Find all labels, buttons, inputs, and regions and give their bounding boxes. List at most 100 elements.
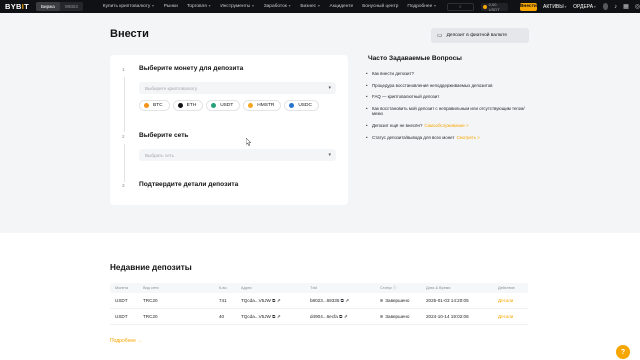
coin-chip-eth[interactable]: ETH — [172, 100, 204, 111]
copy-icon[interactable]: ⧉ — [272, 314, 275, 319]
cell-status: Завершено — [380, 298, 409, 303]
chevron-down-icon: ▼ — [207, 4, 212, 8]
nav-trade[interactable]: Торговля▼ — [187, 4, 212, 9]
copy-icon[interactable]: ⧉ — [341, 298, 344, 303]
nav-markets[interactable]: Рынки — [164, 4, 178, 9]
self-service-link[interactable]: Самообслуживание > — [424, 123, 468, 128]
nav-bonus-center[interactable]: Бонусный центр — [362, 4, 398, 9]
status-dot — [380, 315, 383, 319]
faq-item[interactable]: • FAQ — криптовалютный депозит — [366, 94, 531, 100]
grid-icon[interactable]: ▦ — [623, 3, 629, 10]
cell-datetime: 2025-01-03 14:20:05 — [426, 298, 469, 303]
cell-coin: USDT — [115, 298, 128, 303]
assets-menu[interactable]: АКТИВЫ▼ — [543, 4, 567, 10]
cell-qty: 741 — [219, 298, 227, 303]
mode-exchange[interactable]: Биржа — [36, 2, 60, 11]
cell-txid: b8023...69335 ⧉ ⇗ — [310, 297, 350, 303]
step-connector — [124, 77, 125, 132]
table-row: USDT TRC20 40 TQcda...V5JW ⧉ ⇗ d4904...6… — [110, 309, 528, 325]
cell-network: TRC20 — [143, 314, 158, 319]
chevron-down-icon: ▼ — [563, 4, 568, 9]
fiat-deposit-button[interactable]: ▭ Депозит в фиатной валюте — [431, 28, 529, 43]
step-number: 1 — [122, 67, 125, 72]
chevron-down-icon: ▼ — [151, 4, 155, 8]
chevron-down-icon: ▼ — [287, 4, 292, 8]
table-header: Монета Вид сети К-во Адрес Тxid Статус ⓘ… — [110, 283, 528, 293]
faq-item[interactable]: • Депозит ещё не внесён? Самообслуживание … — [366, 123, 531, 129]
col-txid: Тxid — [310, 286, 318, 290]
cell-status: Завершено — [380, 314, 409, 319]
nav-tools[interactable]: Инструменты▼ — [220, 4, 254, 9]
quick-coin-list: BTC ETH USDT HMSTR USDC — [139, 100, 319, 111]
external-link-icon[interactable]: ⇗ — [345, 298, 349, 303]
chevron-down-icon: ▼ — [251, 4, 255, 8]
faq-item[interactable]: • Как внести депозит? — [366, 71, 531, 77]
status-dot — [380, 299, 383, 303]
chevron-down-icon: ▾ — [328, 152, 331, 158]
nav-business[interactable]: Бизнес▼ — [300, 4, 320, 9]
step-title-confirm: Подтвердите детали депозита — [139, 181, 239, 188]
external-link-icon[interactable]: ⇗ — [344, 314, 348, 319]
search-icon: ⌕ — [458, 3, 462, 10]
nav-earn[interactable]: Заработок▼ — [264, 4, 292, 9]
cell-qty: 40 — [219, 314, 225, 319]
coin-chip-hmstr[interactable]: HMSTR — [243, 100, 282, 111]
arrow-right-icon: → — [137, 338, 143, 344]
coin-chip-usdt[interactable]: USDT — [206, 100, 241, 111]
col-status: Статус ⓘ — [380, 285, 397, 290]
chevron-down-icon: ▼ — [593, 4, 597, 9]
mode-switch: Биржа WEB3 — [36, 2, 83, 11]
recent-deposits-title: Недавние депозиты — [110, 263, 192, 272]
network-select[interactable]: Выбрать сеть ▾ — [139, 149, 336, 161]
coin-select[interactable]: Выберите криптовалюту ▾ — [139, 82, 336, 94]
step-number: 2 — [122, 134, 125, 139]
nav-promo[interactable]: Акциденте — [330, 4, 354, 9]
copy-icon[interactable]: ⧉ — [339, 314, 342, 319]
more-deposits-link[interactable]: Подробнее → — [110, 338, 142, 344]
col-coin: Монета — [115, 286, 129, 290]
btc-icon — [144, 103, 149, 108]
eth-icon — [177, 103, 183, 108]
chevron-down-icon: ▾ — [328, 85, 331, 91]
col-network: Вид сети — [143, 286, 159, 290]
main-nav: Купить криптовалюту▼ Рынки Торговля▼ Инс… — [103, 4, 437, 9]
external-link-icon[interactable]: ⇗ — [277, 298, 281, 303]
faq-item[interactable]: • Процедура восстановления неподдерживаем… — [366, 83, 531, 89]
rate-ticker[interactable]: 0,00 USDT — [480, 2, 508, 12]
copy-icon[interactable]: ⧉ — [272, 298, 275, 303]
step-connector — [124, 144, 125, 182]
globe-icon[interactable]: ◎ — [635, 3, 640, 10]
nav-buy-crypto[interactable]: Купить криптовалюту▼ — [103, 4, 155, 9]
orders-menu[interactable]: ОРДЕРА▼ — [573, 4, 596, 10]
external-link-icon[interactable]: ⇗ — [277, 314, 281, 319]
faq-list: • Как внести депозит? • Процедура восстано… — [366, 71, 531, 140]
deposit-card: 1 Выберите монету для депозита Выберите … — [110, 55, 348, 205]
bell-icon[interactable]: ♪ — [614, 4, 617, 10]
wallet-icon: ▭ — [437, 33, 443, 39]
coin-chip-btc[interactable]: BTC — [139, 100, 170, 111]
details-link[interactable]: Детали — [498, 298, 513, 303]
usdc-icon — [289, 103, 295, 108]
coin-chip-usdc[interactable]: USDC — [284, 100, 319, 111]
cell-datetime: 2024-10-14 19:02:06 — [426, 314, 469, 319]
bybit-logo[interactable]: BYBIT — [5, 2, 29, 11]
faq-item[interactable]: • Статус депозита/вывода для всех монет См… — [366, 135, 531, 141]
deposit-button[interactable]: Внести — [519, 2, 538, 11]
col-datetime: Дата & Время — [426, 286, 451, 290]
help-icon[interactable]: ? — [616, 345, 630, 359]
faq-title: Часто Задаваемые Вопросы — [368, 55, 462, 62]
mode-web3[interactable]: WEB3 — [60, 2, 83, 11]
cell-network: TRC20 — [143, 298, 158, 303]
search-input[interactable]: ⌕ — [446, 2, 474, 11]
faq-item[interactable]: • Как восстановить мой депозит с неправил… — [366, 106, 531, 117]
coin-icon — [482, 4, 487, 9]
details-link[interactable]: Детали — [498, 314, 513, 319]
nav-more[interactable]: Подробнее▼ — [407, 4, 436, 9]
recent-deposits-table: Монета Вид сети К-во Адрес Тxid Статус ⓘ… — [110, 283, 528, 325]
table-row: USDT TRC20 741 TQcda...V5JW ⧉ ⇗ b8023...… — [110, 293, 528, 309]
user-icon[interactable] — [602, 3, 609, 10]
view-status-link[interactable]: Смотреть > — [456, 135, 479, 140]
cell-address: TQcda...V5JW ⧉ ⇗ — [241, 297, 281, 303]
col-qty: К-во — [219, 286, 227, 290]
hmstr-icon — [248, 103, 254, 108]
